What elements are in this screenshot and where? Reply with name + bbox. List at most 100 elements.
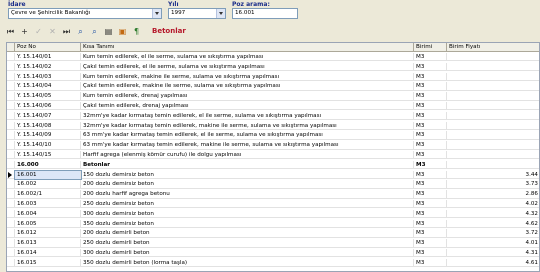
cell-kisa-tanimi[interactable]: 63 mm'ye kadar kırmataş temin edilerek, … xyxy=(81,131,414,140)
table-row[interactable]: 16.005 350 dozlu demirsiz beton M3 4.62 xyxy=(7,219,539,228)
row-indicator[interactable] xyxy=(7,82,15,91)
cell-poz-no[interactable]: 16.002 xyxy=(15,180,81,189)
table-row[interactable]: 16.004 300 dozlu demirsiz beton M3 4.32 xyxy=(7,209,539,219)
table-row[interactable]: Y. 15.140/03 Kum temin edilerek, makine i… xyxy=(7,72,539,81)
last-record-icon[interactable]: ⏭ xyxy=(62,27,71,36)
cell-birimi[interactable]: M3 xyxy=(414,219,447,228)
cell-birimi[interactable]: M3 xyxy=(414,200,447,208)
row-indicator[interactable] xyxy=(7,72,15,81)
row-indicator[interactable] xyxy=(7,92,15,101)
cell-kisa-tanimi[interactable]: 350 dozlu demirli beton (lorma taşla) xyxy=(81,258,414,267)
cell-poz-no[interactable]: Y. 15.140/03 xyxy=(15,72,81,81)
column-header-poz-no[interactable]: Poz No xyxy=(15,43,81,52)
row-indicator[interactable] xyxy=(7,249,15,257)
cell-poz-no[interactable]: Y. 15.140/08 xyxy=(15,121,81,130)
cell-poz-no[interactable]: Y. 15.140/04 xyxy=(15,82,81,91)
cell-birimi[interactable]: M3 xyxy=(414,249,447,257)
cell-kisa-tanimi[interactable]: Çakıl temin edilerek, makine ile serme, … xyxy=(81,82,414,91)
cell-kisa-tanimi[interactable]: 200 dozlu demirsiz beton xyxy=(81,180,414,189)
cell-birimi[interactable]: M3 xyxy=(414,53,447,61)
table-row[interactable]: 16.003 250 dozlu demirsiz beton M3 4.02 xyxy=(7,200,539,209)
paragraph-icon[interactable]: ¶ xyxy=(132,27,141,36)
cell-birimi[interactable]: M3 xyxy=(414,62,447,71)
table-row[interactable]: Y. 15.140/04 Çakıl temin edilerek, makine… xyxy=(7,82,539,91)
cell-kisa-tanimi[interactable]: Kum temin edilerek, el ile serme, sulama… xyxy=(81,53,414,61)
cell-poz-no[interactable]: 16.001 xyxy=(14,169,82,180)
cell-poz-no[interactable]: 16.005 xyxy=(15,219,81,228)
confirm-record-icon[interactable]: ✓ xyxy=(34,27,43,36)
cell-birim-fiyati[interactable]: 3.72 xyxy=(447,229,539,237)
cancel-record-icon[interactable]: ✕ xyxy=(48,27,57,36)
cell-birimi[interactable]: M3 xyxy=(414,209,447,218)
row-indicator[interactable] xyxy=(7,62,15,71)
cell-kisa-tanimi[interactable]: 250 dozlu demirli beton xyxy=(81,239,414,248)
row-indicator[interactable] xyxy=(7,111,15,120)
row-indicator[interactable] xyxy=(7,229,15,238)
cell-poz-no[interactable]: 16.002/1 xyxy=(15,190,81,199)
cell-poz-no[interactable]: Y. 15.140/07 xyxy=(15,111,81,120)
cell-poz-no[interactable]: Y. 15.140/06 xyxy=(15,102,81,110)
table-row[interactable]: Y. 15.140/06 Çakıl temin edilerek, drenaj… xyxy=(7,102,539,111)
table-row[interactable]: 16.015 350 dozlu demirli beton (lorma taş… xyxy=(7,258,539,268)
cell-kisa-tanimi[interactable]: 150 dozlu demirsiz beton xyxy=(81,170,414,179)
cell-kisa-tanimi[interactable]: 32mm'ye kadar kırmataş temin edilerek, e… xyxy=(81,111,414,120)
cell-birimi[interactable]: M3 xyxy=(414,102,447,110)
table-row[interactable]: 16.012 200 dozlu demirli beton M3 3.72 xyxy=(7,229,539,238)
chevron-down-icon[interactable] xyxy=(216,9,225,18)
cell-poz-no[interactable]: Y. 15.140/15 xyxy=(15,151,81,159)
table-row[interactable]: Y. 15.140/01 Kum temin edilerek, el ile s… xyxy=(7,53,539,62)
cell-birim-fiyati[interactable]: 4.02 xyxy=(447,200,539,208)
add-record-icon[interactable]: + xyxy=(20,27,29,36)
row-indicator[interactable] xyxy=(7,170,15,179)
cell-poz-no[interactable]: 16.000 xyxy=(15,160,81,169)
row-indicator[interactable] xyxy=(7,219,15,228)
cell-birim-fiyati[interactable] xyxy=(447,102,539,110)
search-icon[interactable]: ⌕ xyxy=(76,27,85,36)
row-indicator[interactable] xyxy=(7,258,15,267)
table-row[interactable]: Y. 15.140/09 63 mm'ye kadar kırmataş temi… xyxy=(7,131,539,140)
row-indicator[interactable] xyxy=(7,209,15,218)
cell-poz-no[interactable]: Y. 15.140/10 xyxy=(15,141,81,150)
column-header-birim-fiyati[interactable]: Birim Fiyatı xyxy=(447,43,539,52)
row-indicator[interactable] xyxy=(7,53,15,61)
cell-birimi[interactable]: M3 xyxy=(414,141,447,150)
cell-poz-no[interactable]: 16.014 xyxy=(15,249,81,257)
cell-poz-no[interactable]: Y. 15.140/02 xyxy=(15,62,81,71)
cell-kisa-tanimi[interactable]: Betonlar xyxy=(81,160,414,169)
cell-kisa-tanimi[interactable]: Çakıl temin edilerek, drenaj yapılması xyxy=(81,102,414,110)
cell-birim-fiyati[interactable]: 3.73 xyxy=(447,180,539,188)
table-row[interactable]: 16.001 150 dozlu demirsiz beton M3 3.44 xyxy=(7,169,539,180)
table-row[interactable]: Y. 15.140/02 Çakıl temin edilerek, el ile… xyxy=(7,62,539,72)
find-next-icon[interactable]: ⌕ xyxy=(90,27,99,36)
table-row[interactable]: 16.002/1 200 dozlu harfif agrega betonu M3… xyxy=(7,190,539,199)
cell-birim-fiyati[interactable]: 3.44 xyxy=(447,171,539,179)
cell-birimi[interactable]: M3 xyxy=(414,190,447,199)
cell-birim-fiyati[interactable] xyxy=(447,161,539,169)
cell-kisa-tanimi[interactable]: 300 dozlu demirli beton xyxy=(81,249,414,257)
cell-birimi[interactable]: M3 xyxy=(414,121,447,130)
cell-birim-fiyati[interactable] xyxy=(447,82,539,90)
cell-birimi[interactable]: M3 xyxy=(414,170,447,179)
cell-birimi[interactable]: M3 xyxy=(414,258,447,267)
print-icon[interactable]: ▤ xyxy=(104,27,113,36)
cell-birim-fiyati[interactable] xyxy=(447,112,539,120)
cell-birimi[interactable]: M3 xyxy=(414,72,447,81)
row-indicator[interactable] xyxy=(7,190,15,199)
cell-kisa-tanimi[interactable]: Harfif agrega (elenmiş kömür curufu) ile… xyxy=(81,151,414,159)
row-indicator[interactable] xyxy=(7,151,15,159)
cell-birim-fiyati[interactable]: 2.86 xyxy=(447,190,539,198)
cell-kisa-tanimi[interactable]: 32mm'ye kadar kırmataş temin edilerek, m… xyxy=(81,121,414,130)
cell-birim-fiyati[interactable] xyxy=(447,73,539,81)
export-icon[interactable]: ▣ xyxy=(118,27,127,36)
cell-birim-fiyati[interactable]: 4.61 xyxy=(447,259,539,267)
cell-birim-fiyati[interactable]: 4.32 xyxy=(447,210,539,218)
column-header-birimi[interactable]: Birimi xyxy=(414,43,447,52)
table-row[interactable]: 16.002 200 dozlu demirsiz beton M3 3.73 xyxy=(7,180,539,189)
poz-search-input[interactable]: 16.001 xyxy=(232,8,298,19)
cell-kisa-tanimi[interactable]: 300 dozlu demirsiz beton xyxy=(81,209,414,218)
row-indicator[interactable] xyxy=(7,102,15,110)
cell-birim-fiyati[interactable] xyxy=(447,53,539,61)
cell-birimi[interactable]: M3 xyxy=(414,131,447,140)
row-indicator[interactable] xyxy=(7,131,15,140)
table-row[interactable]: 16.014 300 dozlu demirli beton M3 4.31 xyxy=(7,249,539,258)
